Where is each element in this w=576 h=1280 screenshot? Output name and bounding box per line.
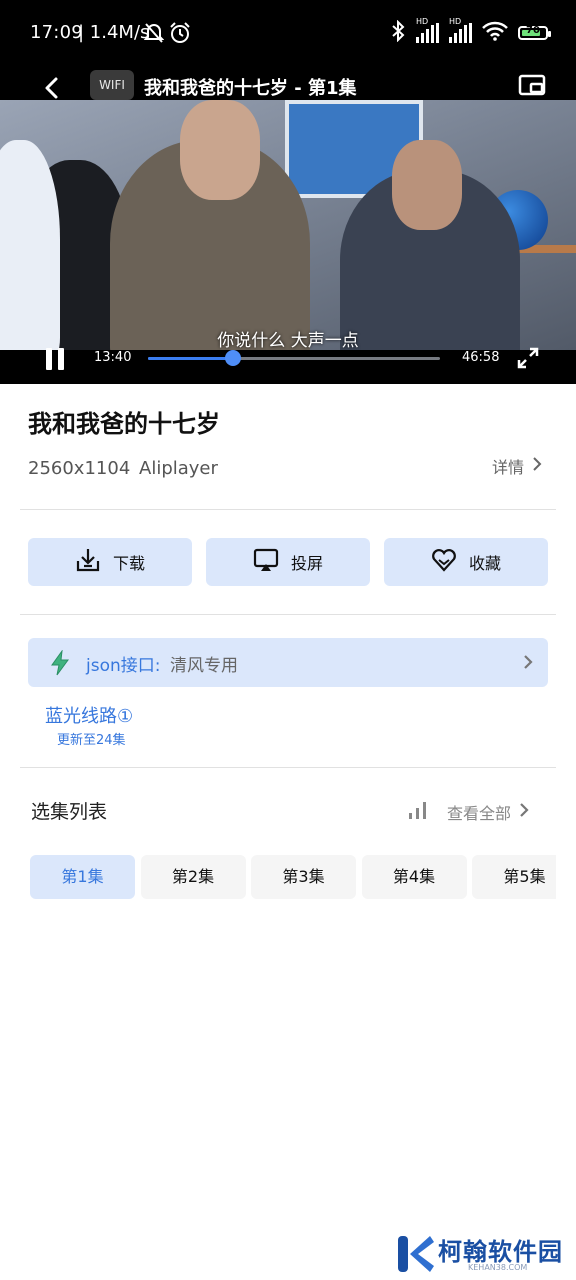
details-link[interactable]: 详情 (492, 454, 542, 478)
current-time: 13:40 (94, 350, 132, 365)
playback-line-update: 更新至24集 (57, 733, 126, 748)
chevron-right-icon (522, 654, 534, 670)
status-time: 17:09 (30, 22, 83, 43)
watermark-text: 柯翰软件园 (438, 1238, 563, 1266)
source-value: 清风专用 (170, 656, 238, 676)
video-subtitle: 你说什么 大声一点 (217, 331, 359, 351)
scene-person-head (392, 140, 462, 230)
wifi-icon (482, 21, 508, 45)
total-time: 46:58 (462, 350, 500, 365)
progress-slider[interactable] (148, 350, 440, 366)
cell-signal-1-icon: HD (416, 17, 439, 43)
heart-icon (431, 547, 457, 577)
fullscreen-icon[interactable] (517, 347, 539, 369)
battery-icon: 70 (518, 25, 551, 40)
cell-signal-2-icon: HD (449, 17, 472, 43)
episode-chip[interactable]: 第5集 (472, 855, 556, 899)
divider (20, 614, 556, 615)
mute-notification-icon (143, 22, 165, 48)
cast-button[interactable]: 投屏 (206, 538, 370, 586)
divider (20, 509, 556, 510)
lightning-bolt-icon (50, 649, 70, 676)
episode-chip[interactable]: 第1集 (30, 855, 135, 899)
watermark-logo-icon (396, 1232, 436, 1276)
hd-label-2: HD (449, 17, 462, 26)
pause-icon[interactable] (44, 348, 66, 370)
source-label: json接口: (86, 656, 161, 676)
chevron-right-icon (532, 456, 542, 476)
favorite-label: 收藏 (468, 554, 501, 573)
video-frame[interactable] (0, 100, 576, 350)
source-selector[interactable]: json接口: 清风专用 (28, 638, 548, 687)
details-label: 详情 (492, 458, 525, 477)
chevron-right-icon (519, 802, 529, 822)
watermark-subtext: KEHAN38.COM (468, 1263, 528, 1272)
scene-person-head (180, 100, 260, 200)
episode-chip[interactable]: 第4集 (361, 855, 467, 899)
playback-line-name[interactable]: 蓝光线路① (45, 702, 133, 728)
favorite-button[interactable]: 收藏 (384, 538, 548, 586)
episode-list: 第1集 第2集 第3集 第4集 第5集 (30, 855, 556, 899)
video-resolution: 2560x1104 (28, 458, 131, 479)
site-watermark: 柯翰软件园 KEHAN38.COM (396, 1228, 566, 1280)
view-all-label: 查看全部 (447, 804, 512, 823)
progress-thumb[interactable] (224, 350, 241, 366)
player-title: 我和我爸的十七岁 - 第1集 (144, 78, 357, 99)
episode-list-title: 选集列表 (31, 801, 108, 823)
show-title: 我和我爸的十七岁 (28, 410, 220, 438)
battery-level: 70 (526, 25, 540, 36)
view-all-episodes-link[interactable]: 查看全部 (447, 800, 529, 824)
progress-fill (148, 357, 233, 360)
episode-chip[interactable]: 第2集 (140, 855, 246, 899)
signal-bars-icon[interactable] (408, 801, 428, 819)
download-icon (75, 547, 101, 577)
cast-screen-icon (253, 547, 279, 577)
divider (20, 767, 556, 768)
download-button[interactable]: 下载 (28, 538, 192, 586)
status-bar: 17:09 | 1.4M/s HD HD 70 (0, 0, 576, 66)
bluetooth-icon (390, 19, 406, 46)
download-label: 下载 (112, 554, 145, 573)
cast-label: 投屏 (290, 554, 323, 573)
video-player[interactable]: WIFI 我和我爸的十七岁 - 第1集 你说什么 大声一点 13:40 46:5… (0, 66, 576, 384)
back-arrow-icon[interactable] (40, 76, 64, 100)
network-type-badge: WIFI (90, 70, 134, 100)
hd-label-1: HD (416, 17, 429, 26)
network-speed: | 1.4M/s (78, 22, 150, 43)
episode-chip[interactable]: 第3集 (251, 855, 356, 899)
picture-in-picture-icon[interactable] (518, 74, 546, 98)
alarm-icon (169, 22, 191, 48)
player-name: Aliplayer (139, 458, 218, 479)
